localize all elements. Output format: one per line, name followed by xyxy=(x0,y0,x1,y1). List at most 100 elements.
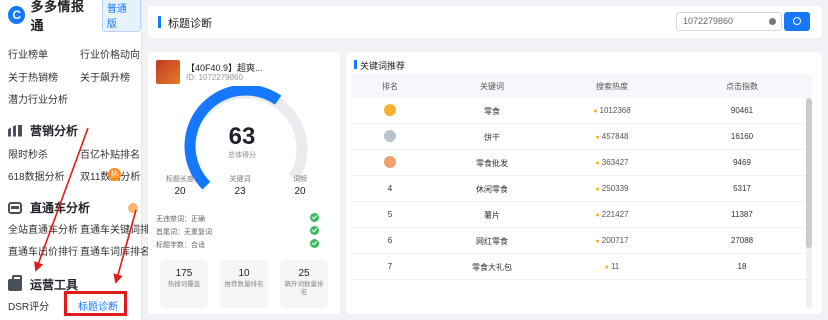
title-marker xyxy=(158,16,161,28)
table-row[interactable]: 7 零食大礼包 11 18 xyxy=(352,254,812,280)
sidebar-link-industry-rank[interactable]: 行业榜单 xyxy=(8,46,48,61)
stat-label: 词频 xyxy=(293,176,307,183)
sidebar: C 多多情报通 普通版 行业榜单 行业价格动向 关于热销榜 关于飙升榜 潜力行业… xyxy=(0,0,160,320)
table-row[interactable]: 6 网红零食 200717 27088 xyxy=(352,228,812,254)
stat-value: 23 xyxy=(234,186,246,197)
hot-badge: 热 xyxy=(108,168,121,181)
stat-frequency: 词频 20 xyxy=(280,174,320,197)
sidebar-link-subsidy-rank[interactable]: 百亿补贴排名 xyxy=(80,146,140,161)
cell-clicks: 5317 xyxy=(733,184,751,193)
table-header: 排名 关键词 搜索热度 点击指数 xyxy=(352,74,812,98)
plan-badge[interactable]: 普通版 xyxy=(101,0,141,32)
metric-value: 10 xyxy=(238,268,250,279)
title-marker xyxy=(354,60,357,69)
metric-label: 热搜词覆盖 xyxy=(167,281,201,288)
cell-rank: 6 xyxy=(387,236,393,245)
table-row[interactable]: 饼干 457848 16160 xyxy=(352,124,812,150)
cell-clicks: 16160 xyxy=(730,132,754,141)
cell-keyword: 饼干 xyxy=(484,133,500,142)
cell-rank: 5 xyxy=(387,210,393,219)
section-ads: 直通车分析 xyxy=(8,199,90,216)
highlight-box xyxy=(64,291,127,316)
cell-clicks: 18 xyxy=(737,262,747,271)
new-dot-badge xyxy=(128,203,138,213)
check-ok-icon xyxy=(310,239,319,248)
cell-heat: 1012368 xyxy=(582,106,642,115)
stat-value: 20 xyxy=(174,186,186,197)
cell-keyword: 薯片 xyxy=(484,211,500,220)
cell-clicks: 27088 xyxy=(730,236,754,245)
metric-label: 飙升词数量排名 xyxy=(284,281,324,296)
sidebar-link-618-analysis[interactable]: 618数据分析 xyxy=(8,168,65,183)
sidebar-link-flash-sale[interactable]: 限时秒杀 xyxy=(8,146,48,161)
bar-chart-icon xyxy=(8,124,22,137)
keyword-panel: 关键词推荐 排名 关键词 搜索热度 点击指数 零食 1012368 90461 饼干 4… xyxy=(346,52,822,314)
stat-title-length: 标题长度 20 xyxy=(160,174,200,197)
keyword-panel-title: 关键词推荐 xyxy=(360,61,406,71)
search-value: 1072279860 xyxy=(683,16,734,26)
cell-heat: 457848 xyxy=(582,132,642,141)
cell-keyword: 零食批发 xyxy=(476,159,508,168)
sidebar-link-industry-price[interactable]: 行业价格动向 xyxy=(80,46,140,61)
search-button[interactable] xyxy=(784,12,810,31)
cell-heat: 250339 xyxy=(582,184,642,193)
stat-label: 标题长度 xyxy=(166,176,194,183)
cell-clicks: 90461 xyxy=(730,106,754,115)
metric-box: 10 推荐数量排名 xyxy=(220,260,268,308)
sidebar-link-dsr-score[interactable]: DSR评分 xyxy=(8,298,49,313)
header-bar: 标题诊断 1072279860 xyxy=(148,6,822,38)
section-marketing: 营销分析 xyxy=(8,122,78,139)
sidebar-link-hot-sales[interactable]: 关于热销榜 xyxy=(8,69,58,84)
table-row[interactable]: 5 薯片 221427 11387 xyxy=(352,202,812,228)
bus-icon xyxy=(8,201,22,214)
cell-heat: 11 xyxy=(582,262,642,271)
cell-keyword: 休闲零食 xyxy=(476,185,508,194)
stat-value: 20 xyxy=(294,186,306,197)
app-logo-icon: C xyxy=(8,6,26,24)
rank-medal-icon xyxy=(384,104,396,116)
table-row[interactable]: 4 休闲零食 250339 5317 xyxy=(352,176,812,202)
table-row[interactable]: 零食批发 363427 9469 xyxy=(352,150,812,176)
col-keyword[interactable]: 关键词 xyxy=(462,81,522,92)
sidebar-link-potential-industry[interactable]: 潜力行业分析 xyxy=(8,91,68,106)
table-row[interactable]: 零食 1012368 90461 xyxy=(352,98,812,124)
col-clicks[interactable]: 点击指数 xyxy=(712,81,772,92)
sidebar-link-ads-lexicon-rank[interactable]: 直通车词库排名 xyxy=(80,243,150,258)
stat-keywords: 关键词 23 xyxy=(220,174,260,197)
metric-box: 175 热搜词覆盖 xyxy=(160,260,208,308)
check-ok-icon xyxy=(310,213,319,222)
check-item: 首尾词：无重复词 xyxy=(156,229,212,236)
app-name: 多多情报通 xyxy=(30,0,85,33)
cell-heat: 363427 xyxy=(582,158,642,167)
col-heat[interactable]: 搜索热度 xyxy=(582,81,642,92)
score-label: 总体得分 xyxy=(228,152,256,159)
check-item: 无违禁词：正确 xyxy=(156,216,205,223)
cell-clicks: 11387 xyxy=(731,210,753,219)
cell-keyword: 网红零食 xyxy=(476,237,508,246)
table-scrollbar[interactable] xyxy=(806,98,812,308)
product-panel: 【40F40.9】超爽... ID: 1072279860 63 总体得分 标题… xyxy=(148,52,340,314)
brand[interactable]: C 多多情报通 普通版 xyxy=(8,0,141,33)
score-value: 63 xyxy=(228,123,256,150)
sidebar-link-rising[interactable]: 关于飙升榜 xyxy=(80,69,130,84)
metric-label: 推荐数量排名 xyxy=(224,281,264,288)
sidebar-link-ads-bid-rank[interactable]: 直通车出价排行 xyxy=(8,243,78,258)
scrollbar-thumb[interactable] xyxy=(806,98,812,248)
cell-heat: 221427 xyxy=(582,210,642,219)
col-rank[interactable]: 排名 xyxy=(370,81,410,92)
sidebar-link-ads-analysis[interactable]: 全站直通车分析 xyxy=(8,221,78,236)
section-title: 营销分析 xyxy=(30,124,79,138)
cell-keyword: 零食 xyxy=(484,107,500,116)
metric-value: 175 xyxy=(175,268,193,279)
metric-box: 25 飙升词数量排名 xyxy=(280,260,328,308)
metric-value: 25 xyxy=(298,268,310,279)
rank-medal-icon xyxy=(384,130,396,142)
product-thumbnail[interactable] xyxy=(156,60,180,84)
search-input[interactable]: 1072279860 xyxy=(676,12,782,31)
stat-label: 关键词 xyxy=(229,176,251,183)
check-item: 标题字数：合适 xyxy=(156,242,205,249)
section-title: 直通车分析 xyxy=(30,201,91,215)
clear-icon[interactable] xyxy=(769,18,776,25)
product-id: ID: 1072279860 xyxy=(186,73,243,82)
check-ok-icon xyxy=(310,226,319,235)
